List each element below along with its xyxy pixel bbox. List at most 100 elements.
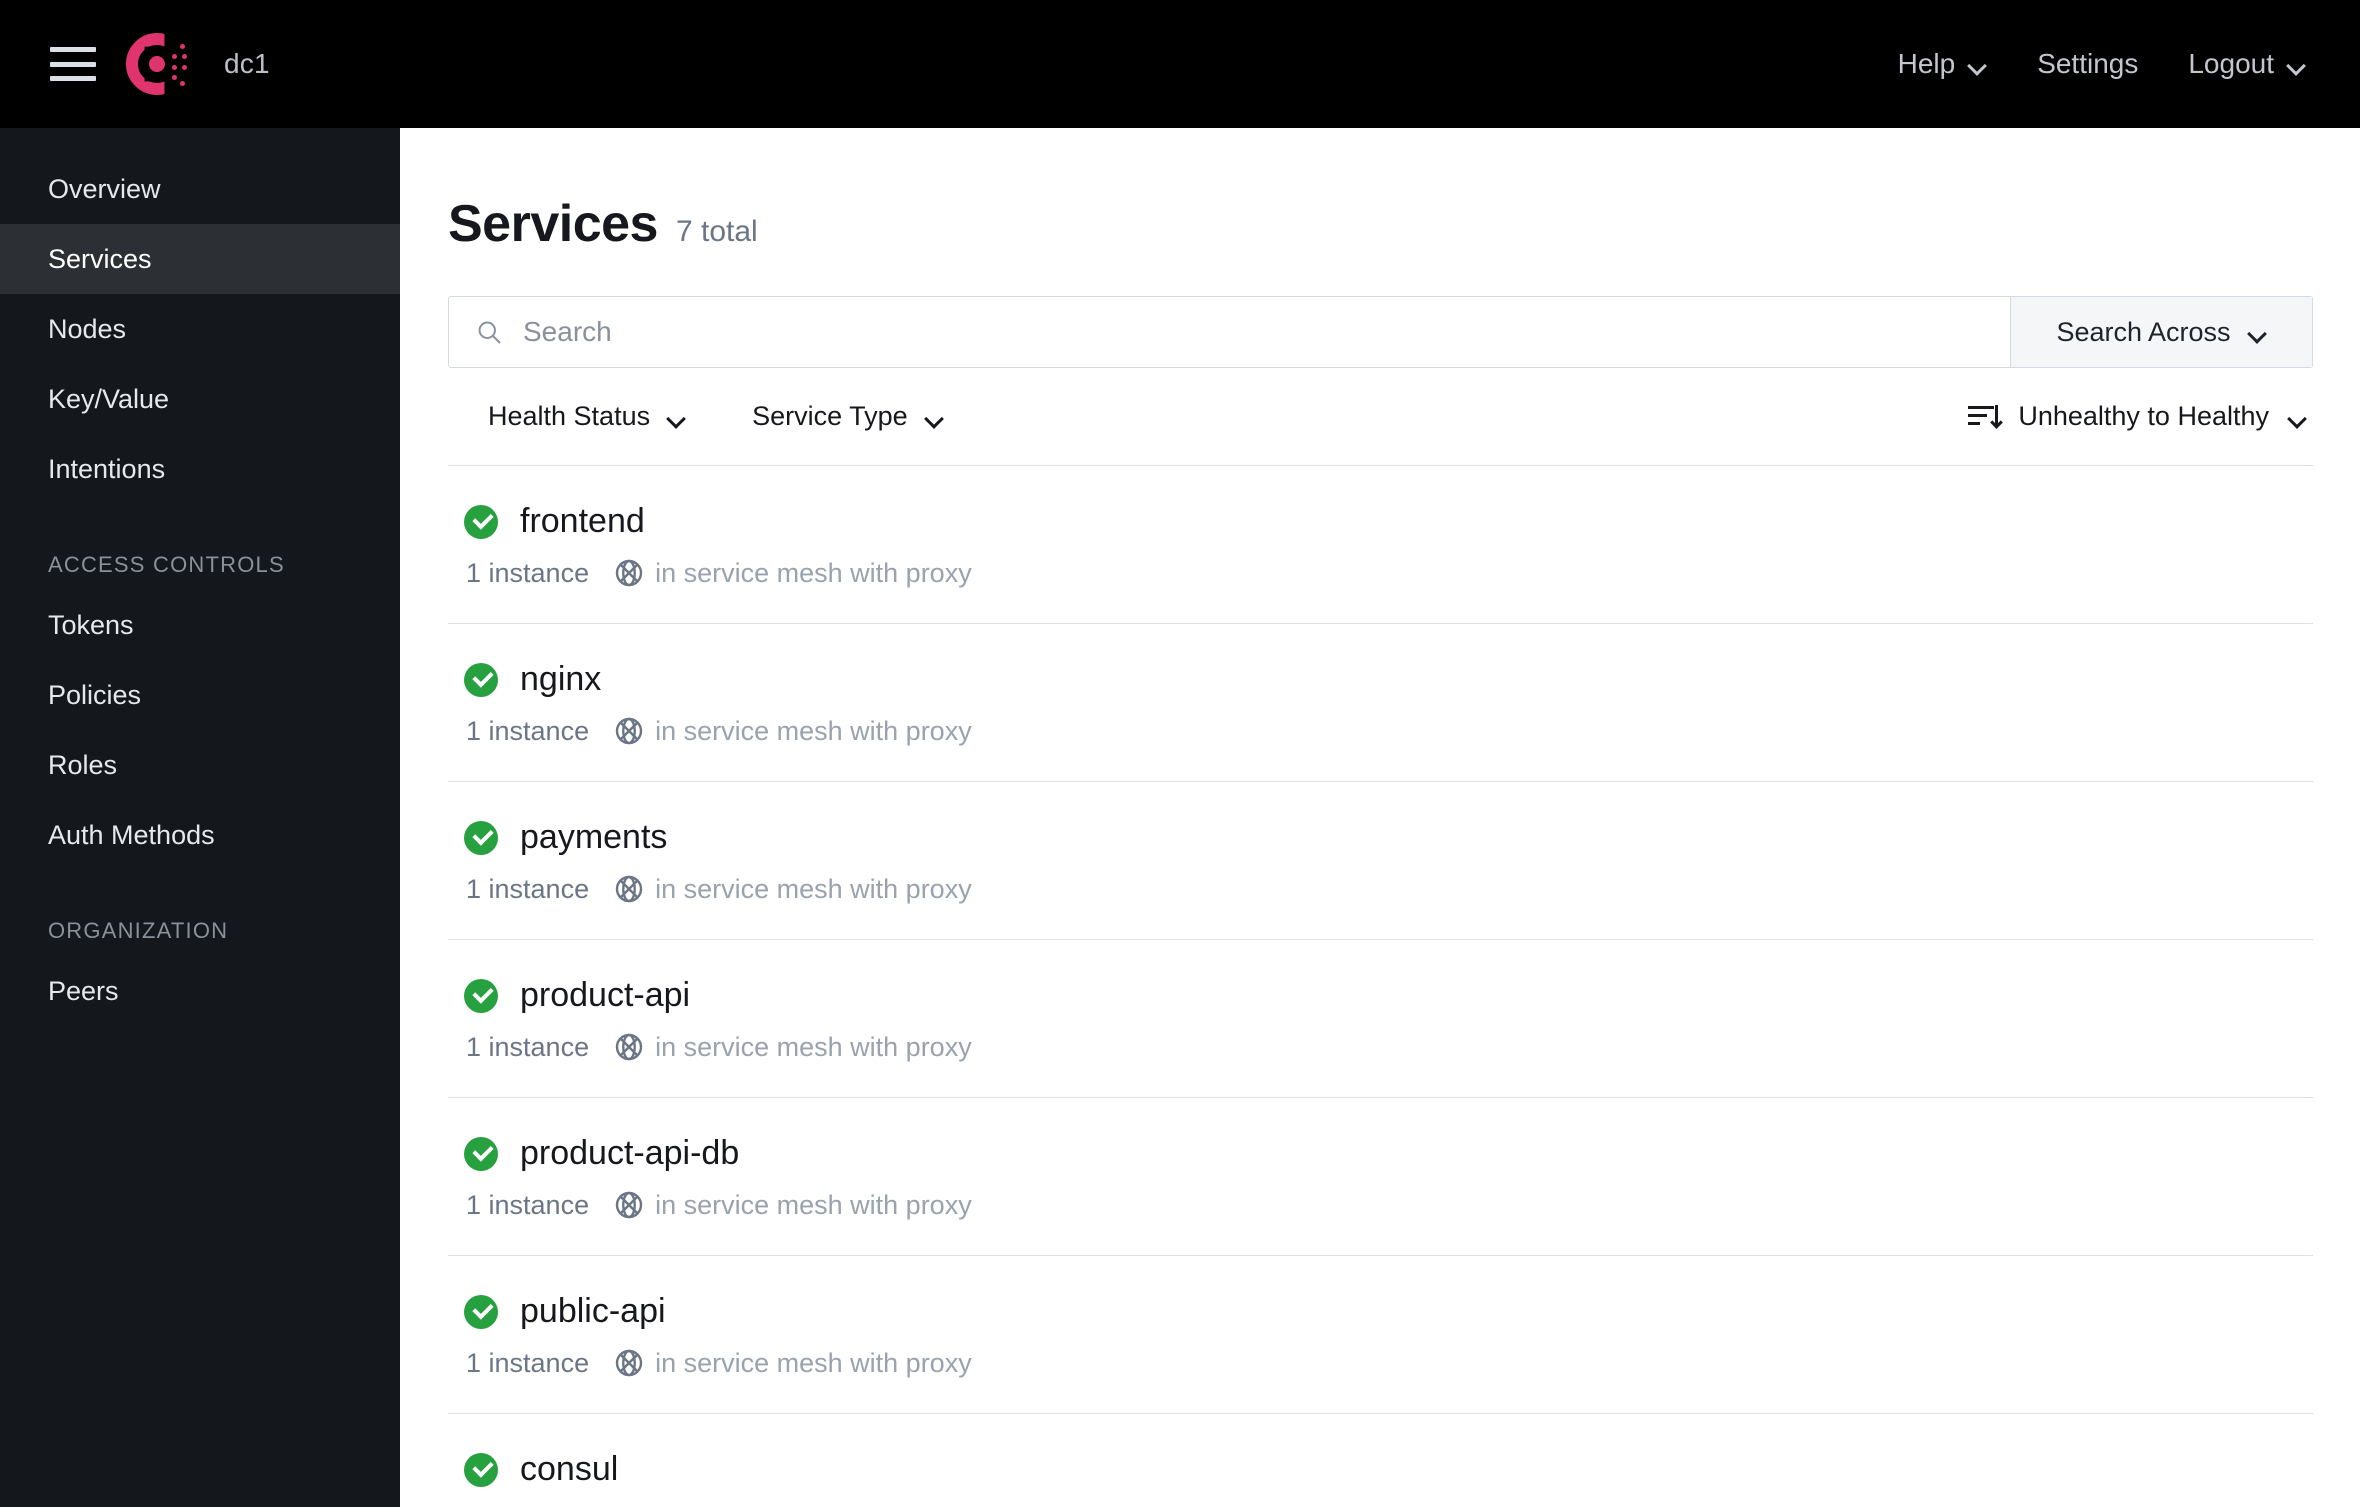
sidebar-item-label: Peers <box>48 975 119 1006</box>
top-bar: dc1 Help Settings Logout <box>0 0 2360 128</box>
sidebar-item-label: Roles <box>48 749 118 780</box>
service-mesh-label: in service mesh with proxy <box>655 715 972 746</box>
sidebar-item-auth-methods[interactable]: Auth Methods <box>0 800 400 870</box>
service-title: payments <box>464 818 2313 857</box>
service-instance-count: 1 instance <box>466 715 590 746</box>
service-meta: 1 instance in service mesh with proxy <box>466 557 2313 589</box>
search-icon <box>478 321 501 344</box>
page-title: Services <box>448 195 658 253</box>
service-mesh-label: in service mesh with proxy <box>655 1347 972 1378</box>
topnav-help[interactable]: Help <box>1898 48 1988 80</box>
topnav-settings-label: Settings <box>2037 48 2139 79</box>
topnav-settings[interactable]: Settings <box>2037 48 2138 80</box>
service-name: frontend <box>520 502 645 540</box>
chevron-down-icon <box>668 412 686 422</box>
hamburger-icon[interactable] <box>50 47 96 81</box>
topnav-logout-label: Logout <box>2188 48 2274 79</box>
hamburger-bar <box>50 61 96 67</box>
service-instance-count: 1 instance <box>466 1189 590 1220</box>
service-list-item[interactable]: public-api 1 instance in service mesh wi… <box>448 1256 2313 1414</box>
service-title: product-api-db <box>464 1134 2313 1173</box>
datacenter-label[interactable]: dc1 <box>224 48 270 80</box>
consul-logo-dot-grid <box>172 41 194 87</box>
service-mesh-tag: in service mesh with proxy <box>613 873 972 905</box>
sidebar-item-label: Overview <box>48 173 161 204</box>
search-across-label: Search Across <box>2056 316 2231 347</box>
sidebar-item-key-value[interactable]: Key/Value <box>0 364 400 434</box>
service-instance-count: 1 instance <box>466 873 590 904</box>
service-name: consul <box>520 1450 619 1488</box>
service-title: nginx <box>464 660 2313 699</box>
sidebar-item-overview[interactable]: Overview <box>0 154 400 224</box>
hamburger-bar <box>50 47 96 52</box>
service-title: frontend <box>464 502 2313 541</box>
service-meta: 1 instance in service mesh with proxy <box>466 873 2313 905</box>
service-mesh-tag: in service mesh with proxy <box>613 1347 972 1379</box>
service-mesh-tag: in service mesh with proxy <box>613 1189 972 1221</box>
sidebar-item-intentions[interactable]: Intentions <box>0 434 400 504</box>
page-total-count: 7 total <box>675 215 758 248</box>
service-list-item[interactable]: product-api-db 1 instance in service mes… <box>448 1098 2313 1256</box>
service-name: payments <box>520 818 668 856</box>
health-passing-icon <box>464 1136 498 1171</box>
service-mesh-icon <box>615 559 643 587</box>
sidebar-item-peers[interactable]: Peers <box>0 956 400 1026</box>
service-title: product-api <box>464 976 2313 1015</box>
chevron-down-icon <box>2249 327 2267 337</box>
search-input[interactable] <box>523 316 1936 348</box>
service-list: frontend 1 instance in service mesh with… <box>448 466 2313 1507</box>
filter-health-status-label: Health Status <box>488 401 651 431</box>
service-mesh-tag: in service mesh with proxy <box>613 715 972 747</box>
page-header: Services 7 total <box>400 128 2360 254</box>
chevron-down-icon <box>2288 59 2306 69</box>
sidebar-item-policies[interactable]: Policies <box>0 660 400 730</box>
service-list-item[interactable]: payments 1 instance in service mesh with… <box>448 782 2313 940</box>
health-passing-icon <box>464 662 498 697</box>
chevron-down-icon <box>2289 412 2307 422</box>
service-name: product-api-db <box>520 1134 740 1172</box>
service-name: public-api <box>520 1292 666 1330</box>
service-list-item[interactable]: consul 3 instances <box>448 1414 2313 1507</box>
toolbar: Search Across Health Status Service Type… <box>448 296 2313 466</box>
sort-label: Unhealthy to Healthy <box>2018 401 2269 431</box>
service-list-item[interactable]: frontend 1 instance in service mesh with… <box>448 466 2313 624</box>
service-name: product-api <box>520 976 691 1014</box>
filter-service-type-label: Service Type <box>752 401 908 431</box>
search-box[interactable] <box>449 297 2010 367</box>
service-meta: 1 instance in service mesh with proxy <box>466 1189 2313 1221</box>
topnav-help-label: Help <box>1897 48 1956 79</box>
sidebar-item-label: Auth Methods <box>48 819 215 850</box>
sidebar-group-access-controls: Access Controls <box>48 552 285 577</box>
consul-logo-icon[interactable] <box>126 33 188 95</box>
sidebar-item-roles[interactable]: Roles <box>0 730 400 800</box>
search-row: Search Across <box>448 296 2313 368</box>
service-instance-count: 1 instance <box>466 1347 590 1378</box>
service-mesh-label: in service mesh with proxy <box>655 1031 972 1062</box>
search-across-button[interactable]: Search Across <box>2010 297 2312 367</box>
sidebar-item-services[interactable]: Services <box>0 224 400 294</box>
filter-row: Health Status Service Type Unhealthy to … <box>448 368 2313 466</box>
service-list-item[interactable]: product-api 1 instance in service mesh w… <box>448 940 2313 1098</box>
health-passing-icon <box>464 1294 498 1329</box>
service-instance-count: 1 instance <box>466 1031 590 1062</box>
chevron-down-icon <box>1969 59 1987 69</box>
service-list-item[interactable]: nginx 1 instance in service mesh with pr… <box>448 624 2313 782</box>
service-meta: 1 instance in service mesh with proxy <box>466 715 2313 747</box>
sidebar-item-label: Services <box>48 243 152 274</box>
service-mesh-icon <box>615 1349 643 1377</box>
service-title: consul <box>464 1450 2313 1489</box>
service-mesh-icon <box>615 717 643 745</box>
service-mesh-tag: in service mesh with proxy <box>613 1031 972 1063</box>
main-content: Services 7 total Search Across Health St… <box>400 128 2360 1507</box>
topnav-logout[interactable]: Logout <box>2188 48 2306 80</box>
sidebar-item-label: Key/Value <box>48 383 170 414</box>
sidebar-item-tokens[interactable]: Tokens <box>0 590 400 660</box>
sidebar-group-organization: Organization <box>48 918 229 943</box>
filter-health-status[interactable]: Health Status <box>488 401 686 432</box>
sidebar-item-label: Nodes <box>48 313 127 344</box>
sort-button[interactable]: Unhealthy to Healthy <box>1968 401 2307 432</box>
filter-service-type[interactable]: Service Type <box>752 401 944 432</box>
service-mesh-label: in service mesh with proxy <box>655 1189 972 1220</box>
health-passing-icon <box>464 504 498 539</box>
sidebar-item-nodes[interactable]: Nodes <box>0 294 400 364</box>
